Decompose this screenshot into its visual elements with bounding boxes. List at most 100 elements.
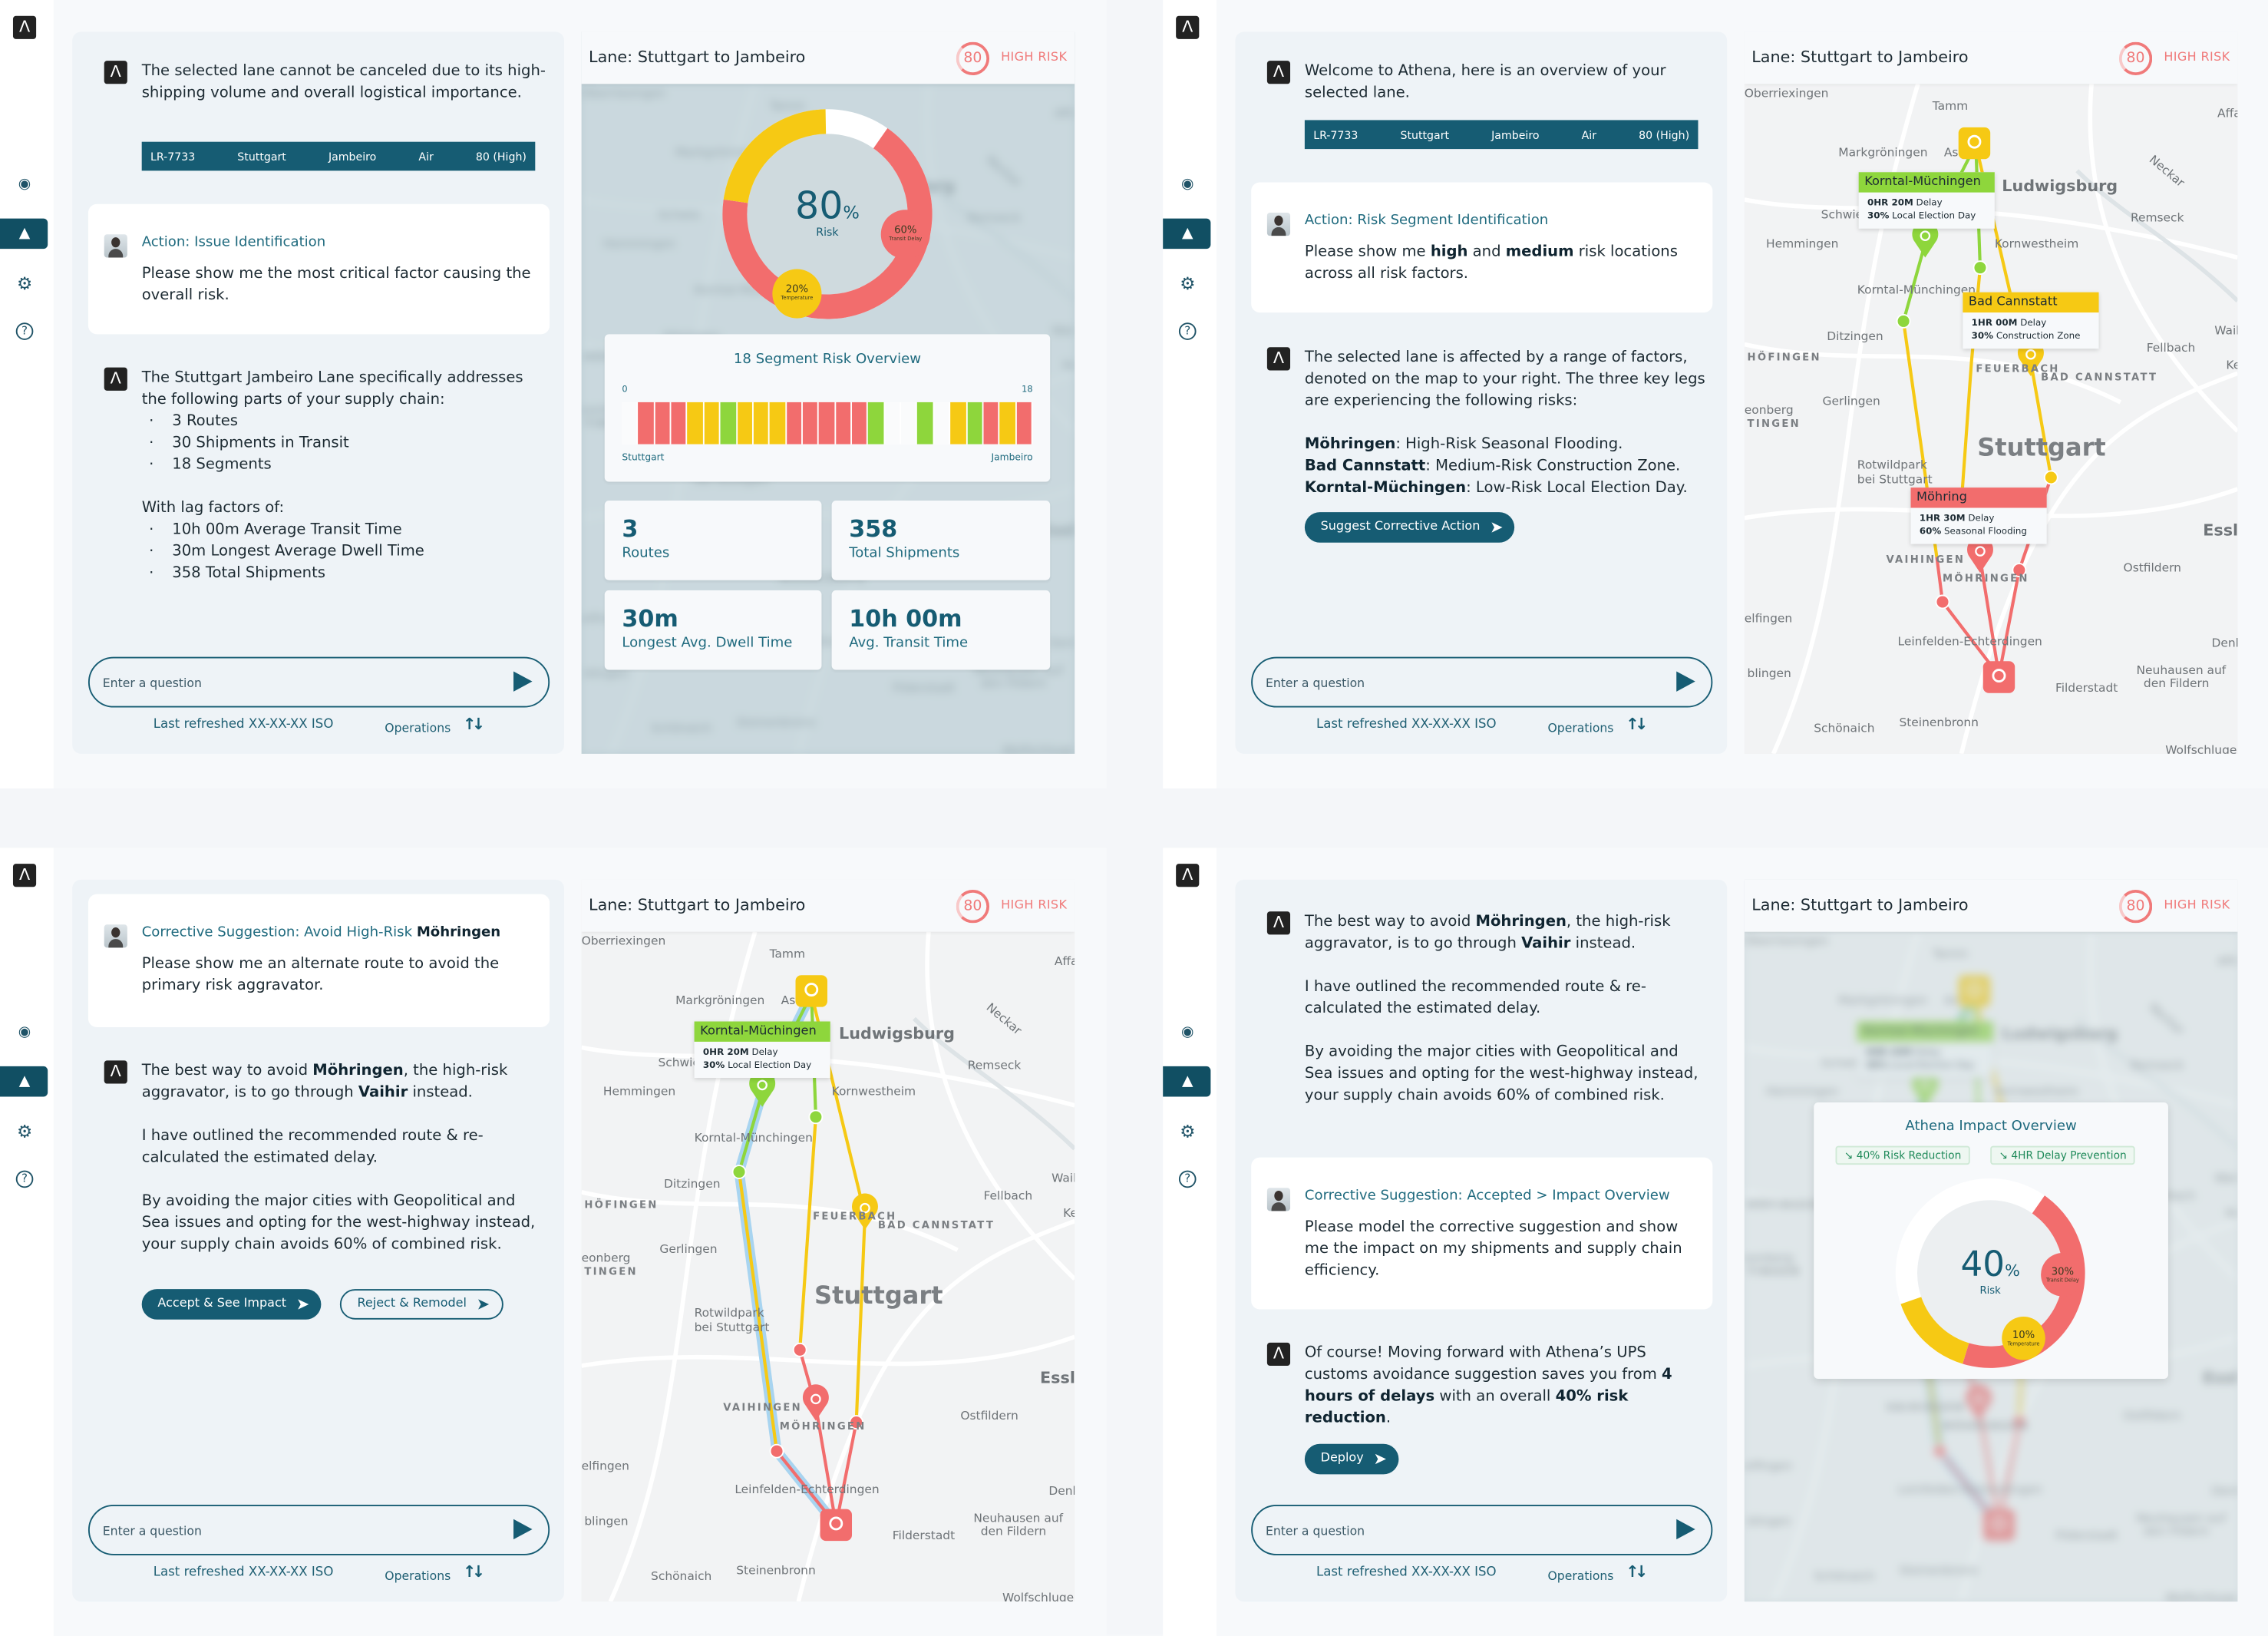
alert-icon: ▲	[18, 1073, 31, 1090]
gear-icon[interactable]: ⚙	[15, 1122, 35, 1142]
deploy-button[interactable]: Deploy ➤	[1304, 1443, 1398, 1475]
lane-origin: Stuttgart	[1400, 127, 1450, 141]
gear-icon[interactable]: ⚙	[1177, 273, 1197, 293]
athena-logo[interactable]: Λ	[12, 864, 37, 887]
callout-body: 0HR 20M Delay 30% Local Election Day	[1859, 193, 1995, 229]
sort-arrows-icon[interactable]: ↑↓	[1626, 1562, 1648, 1581]
text-segment: instead.	[1570, 934, 1636, 953]
map-place-label: eonberg	[1744, 402, 1794, 417]
segment-bar	[622, 402, 1033, 445]
athena-icon: Λ	[1266, 347, 1291, 371]
map-place-label: Hemmingen	[602, 1083, 676, 1099]
message-text: Of course! Moving forward with Athena’s …	[1305, 1343, 1710, 1429]
segment-cell-high	[1016, 402, 1032, 445]
send-icon[interactable]	[1676, 1519, 1695, 1540]
lane-title: Lane: Stuttgart to Jambeiro	[1751, 48, 1969, 67]
route-map[interactable]: Oberriexingen Tamm Affa Markgröningen As Ludw…	[581, 931, 1075, 1602]
sidebar-item-alerts[interactable]: ▲	[1163, 1066, 1211, 1097]
map-place-label: Fellbach	[983, 1188, 1033, 1203]
input-placeholder: Enter a question	[102, 676, 202, 690]
list-item: 358 Total Shipments	[142, 563, 547, 584]
map-place-label: den Fildern	[980, 1523, 1047, 1539]
sort-arrows-icon[interactable]: ↑↓	[463, 715, 485, 733]
help-icon[interactable]: ?	[1178, 1170, 1197, 1188]
athena-icon: Λ	[104, 61, 127, 84]
risk-callout[interactable]: Korntal-Müchingen 0HR 20M Delay 30% Local …	[694, 1021, 830, 1079]
map-place-label: Oberriexingen	[581, 933, 666, 948]
alert-icon: ▲	[18, 225, 31, 242]
eye-icon[interactable]: ◉	[15, 175, 35, 195]
segment-end: Jambeiro	[991, 451, 1033, 464]
lane-header: Lane: Stuttgart to Jambeiro 80 HIGH RISK	[1744, 879, 2238, 932]
paragraph: The best way to avoid Möhringen, the hig…	[1305, 911, 1710, 955]
paragraph: I have outlined the recommended route & …	[142, 1125, 547, 1169]
operations-link[interactable]: Operations	[385, 721, 451, 735]
callout-title: Möhring	[1910, 487, 2047, 508]
user-message-title: Action: Issue Identification	[141, 234, 326, 251]
risk-line: Möhringen: High-Risk Seasonal Flooding.	[1305, 434, 1710, 455]
question-input[interactable]: Enter a question	[1251, 1504, 1713, 1555]
map-place-label: Kornwestheim	[1994, 236, 2079, 251]
lane-panel: Lane: Stuttgart to Jambeiro 80 HIGH RISK…	[1744, 879, 2238, 1602]
callout-body: 0HR 20M Delay 30% Local Election Day	[695, 1042, 830, 1078]
bold-text: Vaihir	[358, 1083, 408, 1102]
risk-callout[interactable]: Bad Cannstatt 1HR 00M Delay 30% Constructi…	[1963, 292, 2099, 349]
operations-link[interactable]: Operations	[1547, 721, 1613, 735]
suggest-corrective-action-button[interactable]: Suggest Corrective Action ➤	[1304, 512, 1515, 543]
map-road	[796, 1218, 1075, 1602]
risk-value: 80	[795, 185, 843, 229]
sort-arrows-icon[interactable]: ↑↓	[1626, 715, 1648, 733]
eye-icon[interactable]: ◉	[1177, 175, 1197, 195]
user-message-body: Please show me high and medium risk loca…	[1305, 242, 1702, 286]
map-place-label: Wolfschlugen	[1002, 1590, 1075, 1602]
question-input[interactable]: Enter a question	[1251, 656, 1713, 708]
send-icon[interactable]	[513, 1519, 533, 1540]
question-input[interactable]: Enter a question	[87, 1504, 550, 1555]
bold-text: Möhringen	[1475, 913, 1566, 930]
map-place-label: Remseck	[967, 1057, 1022, 1072]
input-placeholder: Enter a question	[102, 1523, 202, 1539]
bold-text: Bad Cannstatt	[1304, 457, 1426, 475]
help-icon[interactable]: ?	[1178, 322, 1197, 340]
message-text: The best way to avoid Möhringen, the hig…	[1305, 911, 1710, 1129]
map-place-label: blingen	[1747, 665, 1791, 680]
map-place-label: Ke	[1063, 1205, 1075, 1220]
athena-logo[interactable]: Λ	[12, 15, 37, 39]
sidebar-item-alerts[interactable]: ▲	[1163, 218, 1211, 250]
segment-min: 0	[622, 385, 628, 395]
send-icon[interactable]	[1676, 671, 1695, 692]
intro: With lag factors of:	[141, 499, 285, 517]
help-icon[interactable]: ?	[15, 322, 34, 340]
risk-callout[interactable]: Möhring 1HR 30M Delay 60% Seasonal Floodin…	[1910, 487, 2047, 544]
risk-callout[interactable]: Korntal-Müchingen 0HR 20M Delay 30% Local …	[1858, 172, 1995, 229]
sort-arrows-icon[interactable]: ↑↓	[463, 1562, 485, 1581]
question-input[interactable]: Enter a question	[87, 656, 550, 708]
send-icon[interactable]	[513, 671, 533, 692]
eye-icon[interactable]: ◉	[15, 1023, 35, 1043]
sidebar-item-alerts[interactable]: ▲	[0, 218, 48, 250]
text-segment: Of course! Moving forward with Athena’s …	[1304, 1344, 1662, 1383]
sidebar-item-alerts[interactable]: ▲	[0, 1066, 48, 1097]
route-map[interactable]: Oberriexingen Tamm Affa Markgröningen As Ludw…	[1744, 84, 2238, 754]
operations-link[interactable]: Operations	[1547, 1568, 1613, 1583]
stat-label: Longest Avg. Dwell Time	[622, 635, 793, 652]
help-icon[interactable]: ?	[15, 1170, 34, 1188]
gear-icon[interactable]: ⚙	[1177, 1122, 1197, 1142]
last-refreshed: Last refreshed XX-XX-XX ISO	[1316, 1565, 1497, 1580]
athena-icon: Λ	[104, 367, 127, 391]
callout-line: 30% Construction Zone	[1971, 331, 2081, 342]
segment-cell-high	[819, 402, 834, 445]
segment-start: Stuttgart	[622, 451, 665, 464]
operations-link[interactable]: Operations	[385, 1568, 451, 1583]
button-label: Deploy	[1320, 1451, 1364, 1466]
athena-logo[interactable]: Λ	[1176, 15, 1200, 39]
reject-remodel-button[interactable]: Reject & Remodel ➤	[339, 1289, 503, 1320]
eye-icon[interactable]: ◉	[1177, 1023, 1197, 1043]
accept-see-impact-button[interactable]: Accept & See Impact ➤	[141, 1289, 322, 1320]
alert-icon: ▲	[1181, 1073, 1193, 1090]
gear-icon[interactable]: ⚙	[15, 273, 35, 293]
map-place-label: Markgröningen	[1838, 144, 1928, 160]
user-message-title: Action: Risk Segment Identification	[1304, 213, 1549, 229]
athena-logo[interactable]: Λ	[1176, 864, 1200, 887]
map-road	[581, 1334, 1075, 1368]
